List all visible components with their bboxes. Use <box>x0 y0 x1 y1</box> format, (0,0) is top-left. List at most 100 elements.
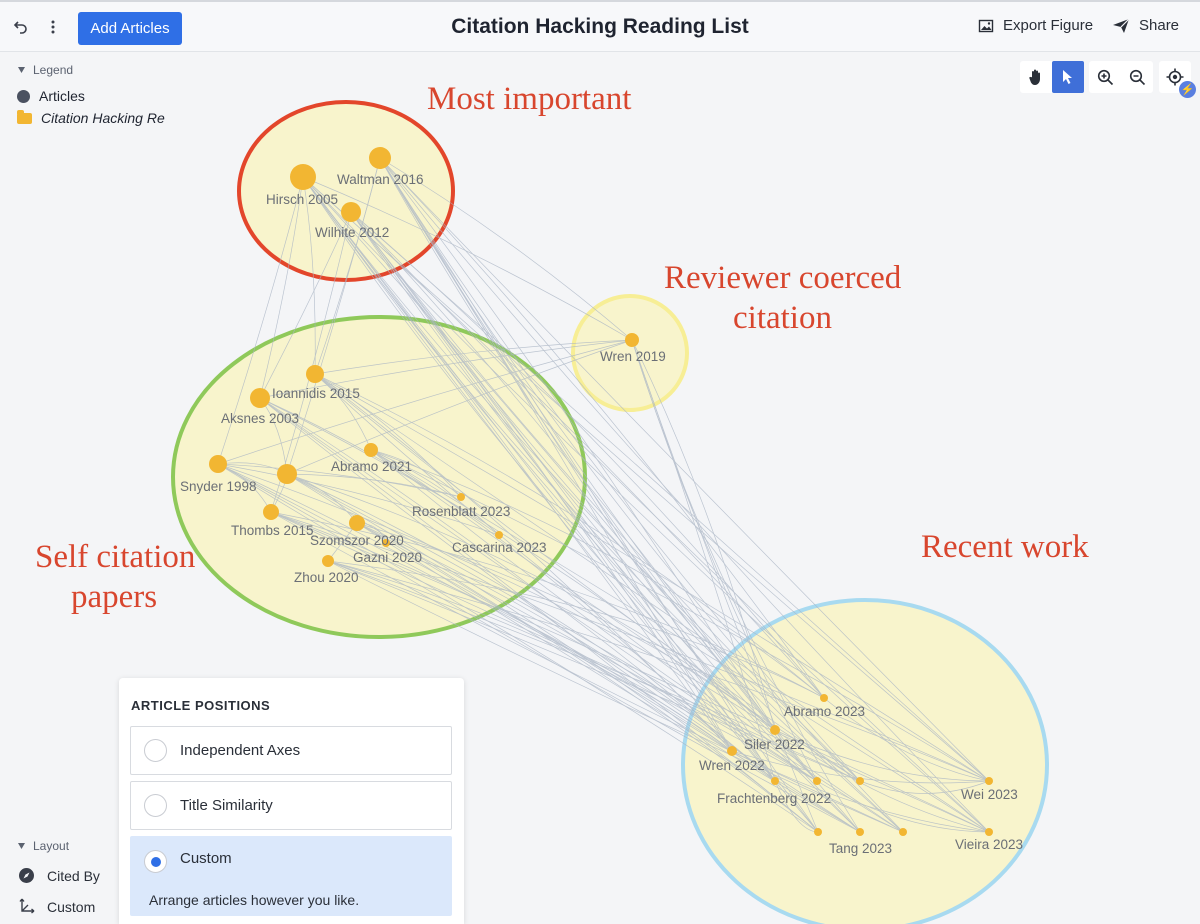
legend-heading: Legend <box>33 63 74 77</box>
circle-icon <box>17 89 30 103</box>
lightning-badge-icon[interactable]: ⚡ <box>1179 81 1196 98</box>
legend-header[interactable]: Legend <box>18 63 73 77</box>
top-bar: Add Articles Citation Hacking Reading Li… <box>0 0 1200 52</box>
article-positions-panel: ARTICLE POSITIONS Independent Axes Title… <box>119 678 464 924</box>
article-node[interactable] <box>277 464 297 484</box>
article-node[interactable] <box>495 531 503 539</box>
node-label: Ioannidis 2015 <box>272 386 360 401</box>
folder-icon <box>17 109 32 124</box>
radio-button-selected[interactable] <box>144 850 167 873</box>
option-custom[interactable]: Custom Arrange articles however you like… <box>130 836 452 916</box>
legend-item-label: Citation Hacking Re <box>41 110 165 126</box>
option-independent-axes[interactable]: Independent Axes <box>130 726 452 775</box>
node-label: Wilhite 2012 <box>315 225 389 240</box>
zoom-tools <box>1089 61 1153 93</box>
article-node[interactable] <box>856 828 864 836</box>
annotation-reviewer-line1: Reviewer coerced <box>664 260 902 296</box>
article-node[interactable] <box>625 333 639 347</box>
node-label: Zhou 2020 <box>294 570 359 585</box>
article-node[interactable] <box>209 455 227 473</box>
zoom-in-icon[interactable] <box>1089 61 1121 93</box>
export-figure-label: Export Figure <box>1003 17 1094 34</box>
article-node[interactable] <box>770 725 780 735</box>
zoom-out-icon[interactable] <box>1121 61 1153 93</box>
option-label: Custom <box>180 850 232 867</box>
cursor-mode-tools <box>1020 61 1084 93</box>
article-node[interactable] <box>250 388 270 408</box>
node-label: Wren 2022 <box>699 758 765 773</box>
annotation-most-important: Most important <box>427 81 631 117</box>
layout-heading: Layout <box>33 839 70 853</box>
option-label: Independent Axes <box>180 742 301 759</box>
export-figure-button[interactable]: Export Figure <box>978 17 1093 34</box>
article-node[interactable] <box>322 555 334 567</box>
panel-title: ARTICLE POSITIONS <box>131 698 271 713</box>
article-node[interactable] <box>814 828 822 836</box>
annotation-recent-work: Recent work <box>921 529 1089 565</box>
article-node[interactable] <box>290 164 316 190</box>
article-node[interactable] <box>263 504 279 520</box>
article-node[interactable] <box>771 777 779 785</box>
node-label: Gazni 2020 <box>353 550 422 565</box>
option-description: Arrange articles however you like. <box>149 892 360 908</box>
more-options-icon[interactable] <box>41 14 65 40</box>
article-node[interactable] <box>457 493 465 501</box>
node-label: Waltman 2016 <box>337 172 424 187</box>
annotation-self-citation-line2: papers <box>71 579 157 615</box>
collapse-triangle-icon <box>18 67 25 73</box>
node-label: Abramo 2023 <box>784 704 865 719</box>
node-label: Wei 2023 <box>961 787 1018 802</box>
image-icon <box>978 19 994 32</box>
article-node[interactable] <box>349 515 365 531</box>
layout-item-custom[interactable]: Custom <box>18 898 95 915</box>
layout-item-cited-by[interactable]: Cited By <box>18 867 100 884</box>
move-icon <box>19 898 35 914</box>
send-icon <box>1113 18 1130 33</box>
add-articles-button[interactable]: Add Articles <box>78 12 182 45</box>
node-label: Aksnes 2003 <box>221 411 299 426</box>
compass-icon <box>19 868 34 883</box>
layout-header[interactable]: Layout <box>18 839 69 853</box>
node-label: Wren 2019 <box>600 349 666 364</box>
article-node[interactable] <box>341 202 361 222</box>
article-node[interactable] <box>899 828 907 836</box>
article-node[interactable] <box>820 694 828 702</box>
radio-button[interactable] <box>144 739 167 762</box>
article-node[interactable] <box>856 777 864 785</box>
legend-item-label: Articles <box>39 88 85 104</box>
radio-button[interactable] <box>144 794 167 817</box>
node-label: Rosenblatt 2023 <box>412 504 510 519</box>
article-node[interactable] <box>985 828 993 836</box>
node-label: Hirsch 2005 <box>266 192 338 207</box>
legend-item-articles[interactable]: Articles <box>17 88 85 104</box>
collapse-triangle-icon <box>18 843 25 849</box>
share-label: Share <box>1139 17 1180 34</box>
article-node[interactable] <box>727 746 737 756</box>
annotation-self-citation-line1: Self citation <box>35 539 195 575</box>
node-label: Szomszor 2020 <box>310 533 404 548</box>
layout-item-label: Custom <box>47 898 96 915</box>
node-label: Vieira 2023 <box>955 837 1023 852</box>
article-node[interactable] <box>306 365 324 383</box>
node-label: Siler 2022 <box>744 737 805 752</box>
undo-icon[interactable] <box>9 14 33 40</box>
option-title-similarity[interactable]: Title Similarity <box>130 781 452 830</box>
article-node[interactable] <box>813 777 821 785</box>
node-label: Tang 2023 <box>829 841 892 856</box>
legend-item-collection[interactable]: Citation Hacking Re <box>17 109 165 126</box>
node-label: Snyder 1998 <box>180 479 257 494</box>
node-label: Abramo 2021 <box>331 459 412 474</box>
cluster-most-important <box>237 100 455 282</box>
share-button[interactable]: Share <box>1112 17 1179 34</box>
node-label: Cascarina 2023 <box>452 540 547 555</box>
node-label: Frachtenberg 2022 <box>717 791 831 806</box>
annotation-reviewer-line2: citation <box>733 300 832 336</box>
node-label: Thombs 2015 <box>231 523 314 538</box>
article-node[interactable] <box>369 147 391 169</box>
hand-icon[interactable] <box>1020 61 1052 93</box>
layout-item-label: Cited By <box>47 867 100 884</box>
article-node[interactable] <box>364 443 378 457</box>
pointer-icon[interactable] <box>1052 61 1084 93</box>
option-label: Title Similarity <box>180 797 273 814</box>
article-node[interactable] <box>985 777 993 785</box>
